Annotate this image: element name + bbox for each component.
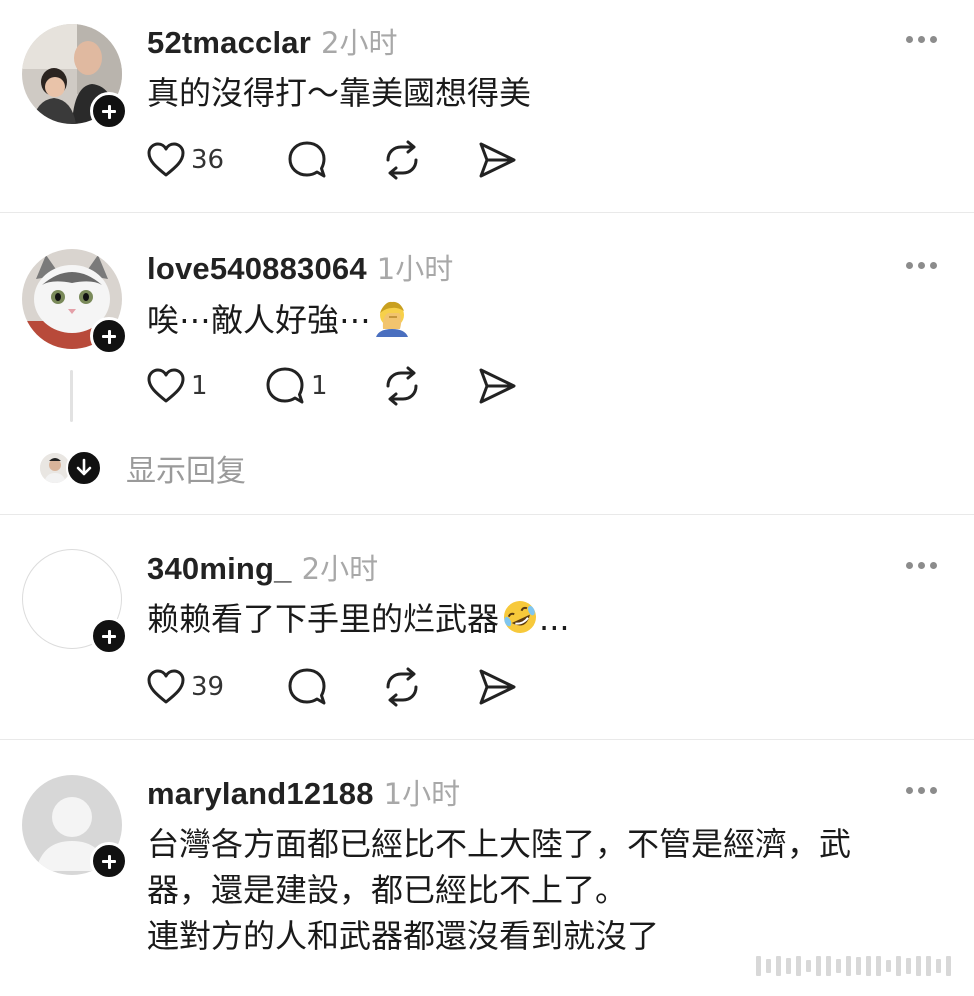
arrow-down-icon (66, 450, 102, 486)
reply-button[interactable] (287, 665, 327, 709)
comment-line: 真的沒得打～靠美國想得美 (147, 74, 532, 112)
post-header: 52tmacclar 2小时 (147, 20, 397, 60)
comment-line: 赖赖看了下手里的烂武器... (147, 596, 937, 642)
show-replies-link[interactable]: 显示回复 (126, 446, 246, 490)
comment-bubble-icon (288, 668, 326, 705)
share-button[interactable] (477, 364, 517, 408)
follow-button[interactable] (90, 92, 128, 130)
send-icon (479, 669, 516, 705)
username[interactable]: 340ming_ (147, 551, 292, 587)
heart-icon (147, 142, 185, 177)
more-dots-icon[interactable] (906, 262, 938, 270)
username[interactable]: love540883064 (147, 251, 367, 287)
comment-line: 連對方的人和武器都還沒看到就沒了 (147, 917, 660, 955)
more-dots-icon[interactable] (906, 562, 938, 570)
like-count: 1 (191, 371, 208, 401)
comment-bubble-icon (288, 141, 326, 178)
comment-text: 台灣各方面都已經比不上大陸了，不管是經濟，武 器，還是建設，都已經比不上了。 連… (147, 821, 937, 959)
like-count: 36 (191, 145, 225, 175)
comment-line: 唉⋯敵人好強⋯ (147, 297, 937, 343)
comment-text: 真的沒得打～靠美國想得美 (147, 70, 937, 116)
share-button[interactable] (477, 665, 517, 709)
comment-post: maryland12188 1小时 台灣各方面都已經比不上大陸了，不管是經濟，武… (0, 740, 974, 996)
send-icon (479, 142, 516, 178)
comment-text: 赖赖看了下手里的烂武器... (147, 596, 937, 642)
repost-button[interactable] (382, 665, 422, 709)
repost-icon (386, 140, 418, 180)
like-button[interactable]: 1 (147, 364, 208, 408)
post-header: 340ming_ 2小时 (147, 546, 378, 586)
heart-icon (147, 669, 185, 704)
reply-button[interactable] (287, 138, 327, 182)
show-replies-row[interactable]: 显示回复 (38, 450, 246, 489)
action-bar: 1 1 (147, 364, 567, 408)
reply-count: 1 (311, 371, 328, 401)
follow-button[interactable] (90, 317, 128, 355)
timestamp: 1小时 (376, 252, 454, 286)
send-icon (479, 368, 516, 404)
comment-post: 340ming_ 2小时 赖赖看了下手里的烂武器... 39 (0, 515, 974, 740)
timestamp: 2小时 (301, 552, 379, 586)
timestamp: 2小时 (321, 26, 398, 60)
thread-line (70, 370, 73, 422)
repost-button[interactable] (382, 364, 422, 408)
post-header: maryland12188 1小时 (147, 771, 460, 811)
action-bar: 36 (147, 138, 567, 182)
like-button[interactable]: 36 (147, 138, 224, 182)
follow-button[interactable] (90, 842, 128, 880)
share-button[interactable] (477, 138, 517, 182)
more-dots-icon[interactable] (906, 787, 938, 795)
comment-post: 52tmacclar 2小时 真的沒得打～靠美國想得美 36 (0, 0, 974, 213)
more-dots-icon[interactable] (906, 36, 938, 44)
like-button[interactable]: 39 (147, 665, 224, 709)
comment-line: 器，還是建設，都已經比不上了。 (147, 871, 628, 909)
repost-icon (386, 667, 418, 707)
heart-icon (147, 368, 185, 403)
action-bar: 39 (147, 665, 567, 709)
comment-trailing-text: ... (539, 600, 570, 638)
timestamp: 1小时 (383, 777, 461, 811)
face-palm-emoji (376, 301, 409, 337)
comment-text: 唉⋯敵人好強⋯ (147, 297, 937, 343)
watermark (756, 954, 952, 978)
comment-bubble-icon (266, 367, 304, 404)
username[interactable]: 52tmacclar (147, 25, 311, 61)
comment-line-text: 赖赖看了下手里的烂武器 (147, 600, 500, 638)
post-header: love540883064 1小时 (147, 246, 453, 286)
repost-button[interactable] (382, 138, 422, 182)
like-count: 39 (191, 672, 225, 702)
repost-icon (386, 366, 418, 406)
rolling-on-floor-laughing-emoji (504, 601, 537, 633)
reply-button[interactable]: 1 (265, 364, 328, 408)
comment-line-text: 唉⋯敵人好強⋯ (147, 301, 372, 339)
comment-line: 台灣各方面都已經比不上大陸了，不管是經濟，武 (147, 825, 852, 863)
follow-button[interactable] (90, 617, 128, 655)
username[interactable]: maryland12188 (147, 776, 374, 812)
